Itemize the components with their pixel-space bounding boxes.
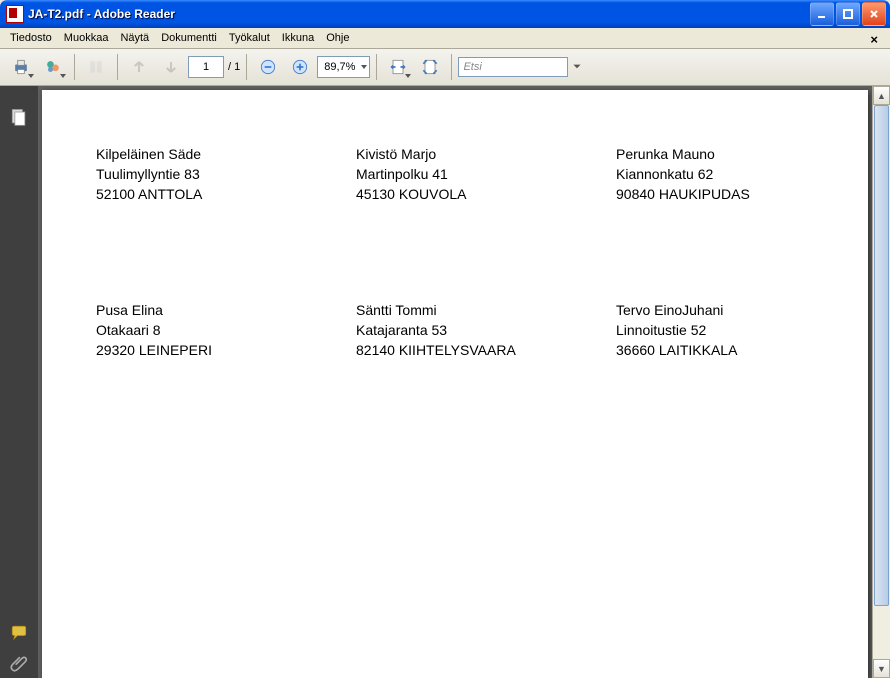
address-entry: Säntti TommiKatajaranta 5382140 KIIHTELY…: [356, 300, 616, 360]
title-app: Adobe Reader: [94, 7, 175, 21]
collaborate-button[interactable]: [38, 52, 68, 82]
address-entry: Pusa ElinaOtakaari 829320 LEINEPERI: [96, 300, 356, 360]
print-button[interactable]: [6, 52, 36, 82]
menu-window[interactable]: Ikkuna: [276, 30, 320, 46]
menu-file[interactable]: Tiedosto: [4, 30, 58, 46]
address-city: 45130 KOUVOLA: [356, 184, 616, 204]
zoom-value: 89,7%: [324, 61, 355, 73]
address-entry: Kivistö MarjoMartinpolku 4145130 KOUVOLA: [356, 144, 616, 204]
content-area: Kilpeläinen SädeTuulimyllyntie 8352100 A…: [0, 86, 890, 678]
page-input[interactable]: [188, 56, 224, 78]
address-city: 36660 LAITIKKALA: [616, 340, 876, 360]
address-grid: Kilpeläinen SädeTuulimyllyntie 8352100 A…: [42, 144, 868, 360]
prev-page-button[interactable]: [124, 52, 154, 82]
address-entry: Kilpeläinen SädeTuulimyllyntie 8352100 A…: [96, 144, 356, 204]
address-city: 90840 HAUKIPUDAS: [616, 184, 876, 204]
separator: [74, 54, 75, 80]
address-city: 82140 KIIHTELYSVAARA: [356, 340, 616, 360]
nav-sidebar: [0, 86, 38, 678]
next-page-button[interactable]: [156, 52, 186, 82]
vertical-scrollbar[interactable]: ▲ ▼: [872, 86, 890, 678]
address-name: Tervo EinoJuhani: [616, 300, 876, 320]
scroll-thumb[interactable]: [874, 105, 889, 606]
minimize-button[interactable]: [810, 2, 834, 26]
menu-tools[interactable]: Työkalut: [223, 30, 276, 46]
address-name: Kilpeläinen Säde: [96, 144, 356, 164]
fit-width-button[interactable]: [383, 52, 413, 82]
fit-page-button[interactable]: [415, 52, 445, 82]
address-street: Linnoitustie 52: [616, 320, 876, 340]
scroll-down-button[interactable]: ▼: [873, 659, 890, 678]
search-dropdown[interactable]: [570, 52, 584, 82]
address-name: Pusa Elina: [96, 300, 356, 320]
close-button[interactable]: [862, 2, 886, 26]
comments-panel-button[interactable]: [6, 618, 32, 648]
scroll-track[interactable]: [873, 105, 890, 659]
separator: [117, 54, 118, 80]
menubar: Tiedosto Muokkaa Näytä Dokumentti Työkal…: [0, 28, 890, 49]
search-placeholder: Etsi: [463, 61, 481, 73]
address-name: Kivistö Marjo: [356, 144, 616, 164]
address-street: Martinpolku 41: [356, 164, 616, 184]
maximize-button[interactable]: [836, 2, 860, 26]
titlebar[interactable]: JA-T2.pdf - Adobe Reader: [0, 0, 890, 28]
search-input[interactable]: Etsi: [458, 57, 568, 77]
pages-thumb-button[interactable]: [81, 52, 111, 82]
address-entry: Perunka MaunoKiannonkatu 6290840 HAUKIPU…: [616, 144, 876, 204]
address-street: Tuulimyllyntie 83: [96, 164, 356, 184]
menu-document[interactable]: Dokumentti: [155, 30, 223, 46]
menu-close-icon[interactable]: ×: [864, 30, 884, 49]
address-street: Katajaranta 53: [356, 320, 616, 340]
menu-view[interactable]: Näytä: [114, 30, 155, 46]
address-city: 52100 ANTTOLA: [96, 184, 356, 204]
app-window: JA-T2.pdf - Adobe Reader Tiedosto Muokka…: [0, 0, 890, 678]
page-indicator: / 1: [188, 56, 240, 78]
separator: [451, 54, 452, 80]
attachments-panel-button[interactable]: [6, 648, 32, 678]
scroll-up-button[interactable]: ▲: [873, 86, 890, 105]
pdf-icon: [6, 5, 24, 23]
zoom-select[interactable]: 89,7%: [317, 56, 370, 78]
separator: [246, 54, 247, 80]
address-city: 29320 LEINEPERI: [96, 340, 356, 360]
pdf-page: Kilpeläinen SädeTuulimyllyntie 8352100 A…: [42, 90, 868, 678]
window-controls: [810, 2, 886, 26]
address-entry: Tervo EinoJuhaniLinnoitustie 5236660 LAI…: [616, 300, 876, 360]
title-doc: JA-T2.pdf: [28, 7, 83, 21]
window-title: JA-T2.pdf - Adobe Reader: [28, 7, 810, 21]
address-name: Perunka Mauno: [616, 144, 876, 164]
page-total: / 1: [228, 61, 240, 73]
pages-panel-button[interactable]: [6, 102, 32, 132]
menu-help[interactable]: Ohje: [320, 30, 355, 46]
zoom-in-button[interactable]: [285, 52, 315, 82]
address-street: Otakaari 8: [96, 320, 356, 340]
address-name: Säntti Tommi: [356, 300, 616, 320]
menu-edit[interactable]: Muokkaa: [58, 30, 115, 46]
address-street: Kiannonkatu 62: [616, 164, 876, 184]
zoom-out-button[interactable]: [253, 52, 283, 82]
document-viewport[interactable]: Kilpeläinen SädeTuulimyllyntie 8352100 A…: [38, 86, 890, 678]
toolbar: / 1 89,7% Etsi: [0, 49, 890, 86]
separator: [376, 54, 377, 80]
